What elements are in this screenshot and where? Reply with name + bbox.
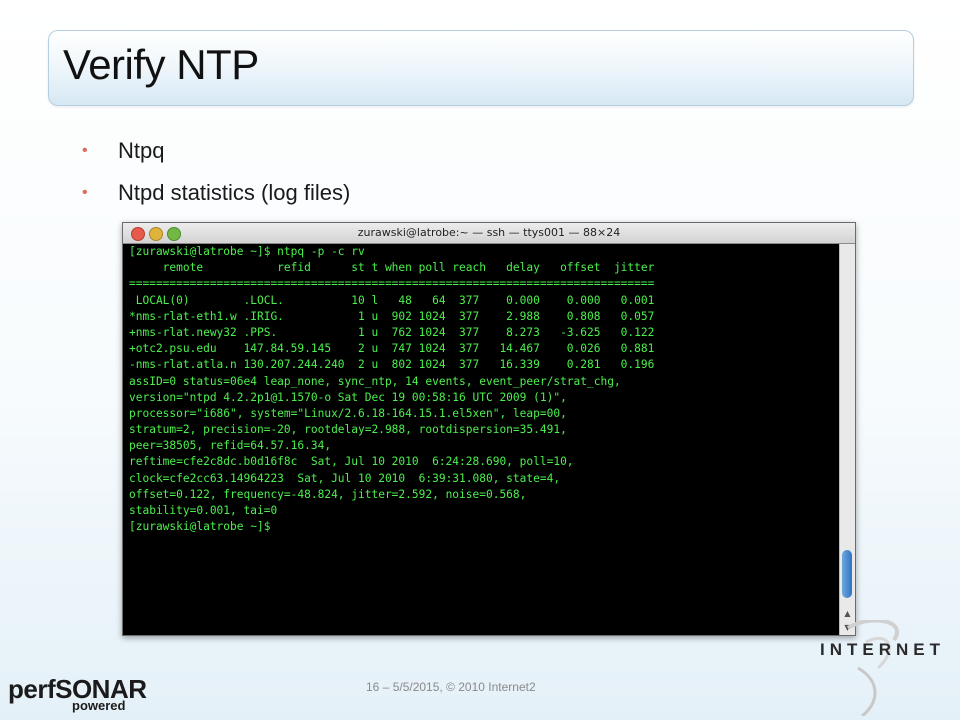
bullet-text: Ntpd statistics (log files): [118, 180, 351, 205]
slide-footer: 16 – 5/5/2015, © 2010 Internet2: [366, 680, 536, 694]
scroll-thumb[interactable]: [842, 550, 852, 598]
bullet-text: Ntpq: [118, 138, 165, 163]
perfsonar-logo: perfSONAR powered: [8, 676, 147, 713]
slide-title: Verify NTP: [63, 41, 259, 88]
terminal-titlebar[interactable]: zurawski@latrobe:~ — ssh — ttys001 — 88×…: [123, 223, 855, 244]
bullet-item: • Ntpd statistics (log files): [82, 178, 350, 208]
internet2-logo: INTERNET: [820, 618, 960, 718]
terminal-line: remote refid st t when poll reach delay …: [129, 261, 655, 275]
terminal-line: +nms-rlat.newy32 .PPS. 1 u 762 1024 377 …: [129, 325, 655, 339]
perfsonar-powered: powered: [72, 698, 126, 713]
terminal-line: offset=0.122, frequency=-48.824, jitter=…: [129, 487, 527, 501]
terminal-line: processor="i686", system="Linux/2.6.18-1…: [129, 406, 567, 420]
terminal-output[interactable]: [zurawski@latrobe ~]$ ntpq -p -c rv remo…: [123, 244, 839, 635]
terminal-line: ========================================…: [129, 277, 655, 291]
terminal-line: +otc2.psu.edu 147.84.59.145 2 u 747 1024…: [129, 342, 655, 356]
terminal-title: zurawski@latrobe:~ — ssh — ttys001 — 88×…: [357, 226, 621, 239]
terminal-line: stability=0.001, tai=0: [129, 504, 278, 517]
slide-title-bar: Verify NTP: [48, 30, 914, 106]
terminal-line: assID=0 status=06e4 leap_none, sync_ntp,…: [129, 374, 621, 388]
terminal-line: clock=cfe2cc63.14964223 Sat, Jul 10 2010…: [129, 471, 561, 485]
terminal-line: *nms-rlat-eth1.w .IRIG. 1 u 902 1024 377…: [129, 309, 655, 323]
terminal-line: LOCAL(0) .LOCL. 10 l 48 64 377 0.000 0.0…: [129, 293, 655, 307]
terminal-line: [zurawski@latrobe ~]$: [129, 520, 271, 534]
terminal-line: -nms-rlat.atla.n 130.207.244.240 2 u 802…: [129, 358, 655, 372]
terminal-line: version="ntpd 4.2.2p1@1.1570-o Sat Dec 1…: [129, 390, 567, 404]
terminal-line: [zurawski@latrobe ~]$ ntpq -p -c rv: [129, 245, 365, 258]
terminal-scrollbar[interactable]: ▲ ▼: [839, 244, 855, 635]
bullet-item: • Ntpq: [82, 136, 350, 166]
bullet-list: • Ntpq • Ntpd statistics (log files): [82, 136, 350, 220]
terminal-window: zurawski@latrobe:~ — ssh — ttys001 — 88×…: [122, 222, 856, 636]
internet2-swoosh-icon: [846, 618, 899, 718]
terminal-line: peer=38505, refid=64.57.16.34,: [129, 439, 332, 453]
internet2-word: INTERNET: [820, 640, 945, 659]
scroll-up-arrow-icon[interactable]: ▲: [842, 608, 853, 619]
bullet-dot-icon: •: [82, 142, 88, 159]
bullet-dot-icon: •: [82, 184, 88, 201]
terminal-line: stratum=2, precision=-20, rootdelay=2.98…: [129, 423, 567, 437]
terminal-line: reftime=cfe2c8dc.b0d16f8c Sat, Jul 10 20…: [129, 455, 574, 469]
